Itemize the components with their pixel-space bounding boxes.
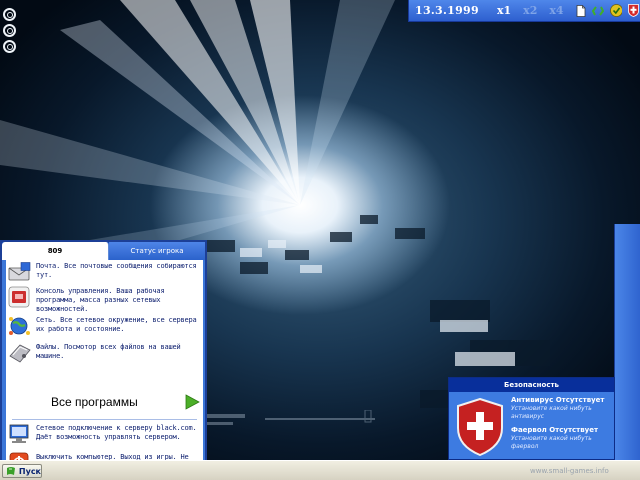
connection-icon xyxy=(8,423,32,445)
firewall-hint: Установите какой нибуть фаервол xyxy=(511,435,592,450)
antivirus-hint: Установите какой нибуть антивирус xyxy=(511,405,592,420)
watermark-text: www.small-games.info xyxy=(530,467,609,475)
menu-item-mail[interactable]: Почта. Все почтовые сообщения собираются… xyxy=(6,261,203,283)
all-programs-button[interactable]: Все программы xyxy=(6,387,203,417)
wallpaper-decoration xyxy=(205,409,385,440)
antivirus-shield-icon[interactable] xyxy=(609,4,622,17)
firewall-status-label: Фаервол Отсутствует xyxy=(511,426,599,434)
start-button-label: Пуск xyxy=(18,466,41,476)
arrow-right-icon xyxy=(184,394,200,410)
desktop-shortcuts xyxy=(3,8,16,56)
antivirus-status-label: Антивирус Отсутствует xyxy=(511,396,605,404)
menu-item-connection-label: Сетевое подключение к серверу black.com.… xyxy=(36,424,197,441)
speed-x2-button[interactable]: x2 xyxy=(523,4,537,17)
security-popup[interactable]: Безопасность Антивирус Отсутствует Устан… xyxy=(448,377,615,460)
start-menu-body: Почта. Все почтовые сообщения собираются… xyxy=(6,260,203,472)
ring-icon[interactable] xyxy=(3,24,16,37)
status-bar: 13.3.1999 x1 x2 x4 xyxy=(408,0,640,22)
console-icon xyxy=(8,286,32,308)
ring-icon[interactable] xyxy=(3,8,16,21)
start-menu: 809 Статус игрока Почта. Все почтовые со… xyxy=(0,240,207,472)
shield-icon xyxy=(456,397,504,460)
menu-item-mail-label: Почта. Все почтовые сообщения собираются… xyxy=(36,262,197,279)
recycle-icon[interactable] xyxy=(591,4,604,17)
firewall-status: Фаервол Отсутствует Установите какой ниб… xyxy=(511,426,615,451)
menu-item-files-label: Файлы. Посмотор всех файлов на вашей маш… xyxy=(36,343,181,360)
start-menu-tabs: 809 Статус игрока xyxy=(2,242,205,260)
start-button[interactable]: Пуск xyxy=(2,464,42,478)
menu-item-console[interactable]: Консоль управления. Ваша рабочая програм… xyxy=(6,286,203,314)
menu-item-console-label: Консоль управления. Ваша рабочая програм… xyxy=(36,287,165,313)
mail-icon xyxy=(8,261,32,283)
antivirus-status: Антивирус Отсутствует Установите какой н… xyxy=(511,396,615,421)
menu-item-connection[interactable]: Сетевое подключение к серверу black.com.… xyxy=(6,423,203,445)
menu-divider xyxy=(12,419,197,420)
files-icon xyxy=(8,342,32,364)
ring-icon[interactable] xyxy=(3,40,16,53)
network-icon xyxy=(8,315,32,337)
menu-item-network[interactable]: Сеть. Все сетевое окружение, все сервера… xyxy=(6,315,203,337)
menu-item-network-label: Сеть. Все сетевое окружение, все сервера… xyxy=(36,316,197,333)
firewall-shield-icon[interactable] xyxy=(627,4,639,17)
security-title: Безопасность xyxy=(449,378,614,392)
side-panel-strip xyxy=(614,224,640,460)
menu-item-files[interactable]: Файлы. Посмотор всех файлов на вашей маш… xyxy=(6,342,203,364)
start-logo-icon xyxy=(7,467,15,475)
speed-x1-button[interactable]: x1 xyxy=(497,4,511,17)
tab-player-status[interactable]: Статус игрока xyxy=(109,242,205,260)
all-programs-label: Все программы xyxy=(51,395,138,409)
taskbar: Пуск www.small-games.info xyxy=(0,460,640,480)
document-icon[interactable] xyxy=(576,4,586,17)
speed-x4-button[interactable]: x4 xyxy=(549,4,563,17)
game-date: 13.3.1999 xyxy=(415,4,479,17)
tab-809[interactable]: 809 xyxy=(2,242,109,260)
